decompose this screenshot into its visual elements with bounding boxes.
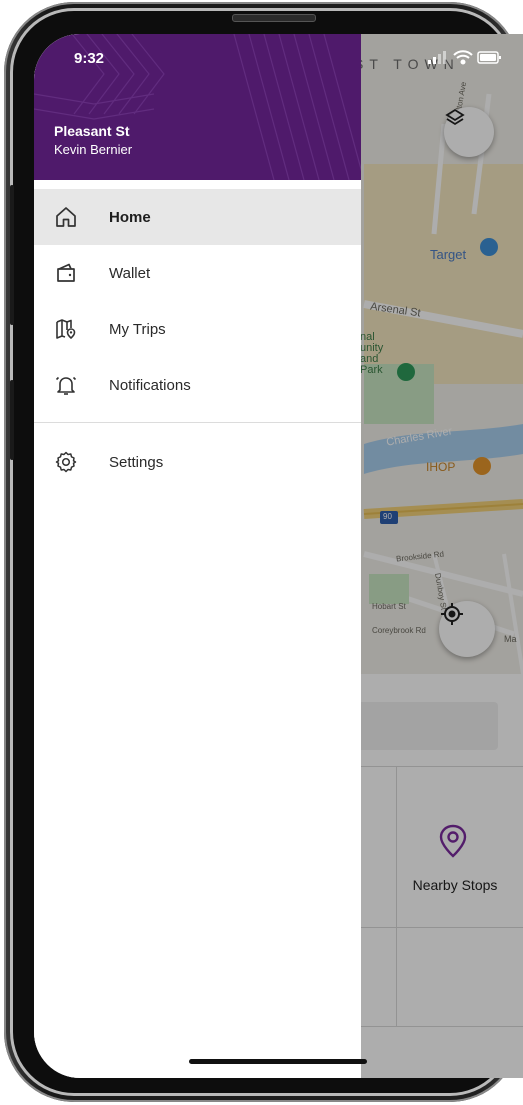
speaker-grille — [232, 14, 316, 22]
menu-item-label: Wallet — [109, 264, 151, 282]
power-button — [10, 380, 14, 460]
menu-divider — [34, 422, 361, 423]
bell-icon — [55, 376, 77, 395]
wallet-icon — [57, 263, 75, 282]
drawer-place-name: Pleasant St — [54, 123, 130, 139]
menu-item-label: Notifications — [109, 376, 191, 394]
status-time: 9:32 — [74, 50, 105, 67]
phone-frame: ST TOWN Target Arsenal St nal unity and … — [0, 0, 523, 1105]
menu-item-label: My Trips — [109, 320, 166, 338]
gear-icon — [55, 451, 77, 473]
menu-item-home[interactable]: Home — [34, 189, 361, 245]
map-pin-icon — [56, 319, 76, 340]
menu-item-notifications[interactable]: Notifications — [34, 357, 361, 413]
screen: ST TOWN Target Arsenal St nal unity and … — [34, 34, 523, 1078]
home-icon — [56, 207, 76, 227]
menu-item-my-trips[interactable]: My Trips — [34, 301, 361, 357]
menu-item-label: Home — [109, 208, 151, 226]
menu-item-wallet[interactable]: Wallet — [34, 245, 361, 301]
menu-item-label: Settings — [109, 453, 164, 471]
battery-icon — [477, 51, 501, 64]
drawer-user-name: Kevin Bernier — [54, 142, 133, 157]
navigation-drawer: Pleasant St Kevin Bernier Home Wallet My… — [34, 34, 361, 1078]
status-icons — [428, 50, 501, 65]
home-indicator[interactable] — [189, 1059, 367, 1064]
status-bar: 9:32 — [34, 34, 523, 84]
wifi-icon — [453, 50, 473, 65]
signal-icon — [428, 51, 446, 64]
volume-button — [10, 185, 14, 325]
menu-item-settings[interactable]: Settings — [34, 434, 361, 490]
